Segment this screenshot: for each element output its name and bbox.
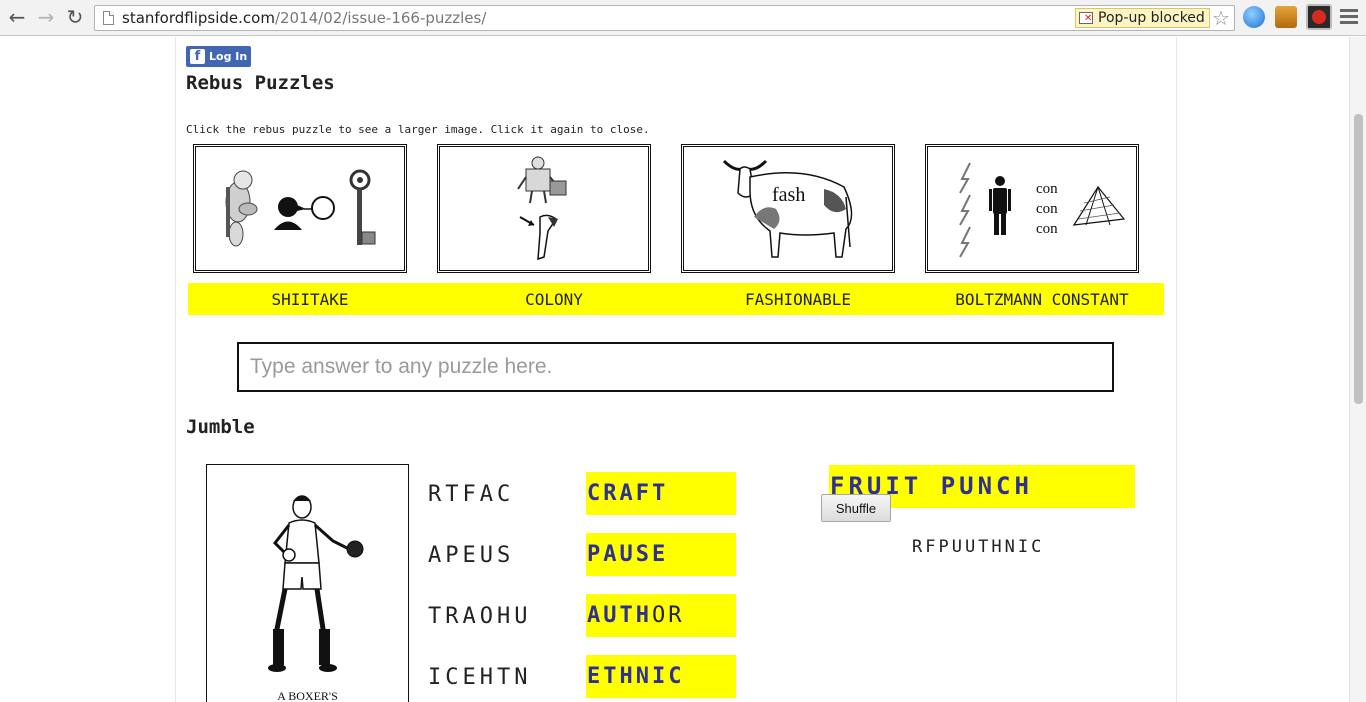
rebus-answer-1: SHIITAKE bbox=[271, 290, 349, 309]
facebook-icon: f bbox=[190, 49, 205, 64]
popup-blocked-label: Pop-up blocked bbox=[1098, 10, 1205, 26]
shuffle-button[interactable]: Shuffle bbox=[821, 494, 891, 522]
cartoon-caption: A BOXER'S bbox=[277, 689, 338, 702]
facebook-login-label: Log In bbox=[209, 50, 248, 63]
rebus-4-text-3: con bbox=[1036, 221, 1058, 237]
solution-solved-2: PAUSE bbox=[587, 542, 669, 567]
final-scrambled-letters: RFPUUTHNIC bbox=[912, 537, 1045, 557]
popup-blocked-icon bbox=[1079, 12, 1093, 24]
scrambled-word-4: ICEHTN bbox=[428, 665, 532, 690]
url-text[interactable]: stanfordflipside.com/2014/02/issue-166-p… bbox=[122, 9, 486, 27]
scrollbar-thumb[interactable] bbox=[1354, 114, 1363, 404]
solution-box-2[interactable]: PAUSE bbox=[586, 533, 736, 576]
solution-solved-3: AUTH bbox=[587, 603, 652, 628]
jumble-cartoon[interactable]: A BOXER'S bbox=[206, 464, 409, 702]
rebus-image-boltzmann-constant: con con con bbox=[959, 162, 1126, 258]
rebus-4-text-1: con bbox=[1036, 181, 1058, 197]
reload-icon[interactable]: ↻ bbox=[64, 5, 86, 29]
rebus-answer-input[interactable] bbox=[237, 342, 1114, 392]
popup-blocked-indicator[interactable]: Pop-up blocked bbox=[1075, 8, 1210, 28]
globe-extension-icon[interactable] bbox=[1243, 6, 1265, 28]
scrambled-word-3: TRAOHU bbox=[428, 604, 532, 629]
rebus-puzzle-1[interactable] bbox=[193, 144, 407, 273]
scrambled-word-2: APEUS bbox=[428, 543, 515, 568]
address-bar[interactable]: stanfordflipside.com/2014/02/issue-166-p… bbox=[94, 5, 1235, 31]
rebus-answer-2: COLONY bbox=[525, 290, 583, 309]
bookmark-star-icon[interactable]: ☆ bbox=[1212, 6, 1230, 30]
scrollbar[interactable] bbox=[1349, 37, 1366, 702]
rebus-image-shiitake bbox=[225, 169, 376, 247]
rebus-image-fashionable: fash bbox=[722, 159, 853, 258]
solution-solved-1: CRAFT bbox=[587, 481, 669, 506]
rebus-answer-3: FASHIONABLE bbox=[745, 290, 851, 309]
solution-box-1[interactable]: CRAFT bbox=[586, 472, 736, 515]
back-arrow-icon[interactable]: ← bbox=[6, 5, 28, 29]
solution-box-4[interactable]: ETHNIC bbox=[586, 655, 736, 698]
rebus-answers-bar: SHIITAKE COLONY FASHIONABLE BOLTZMANN CO… bbox=[188, 283, 1164, 315]
url-host: stanfordflipside.com bbox=[122, 9, 275, 27]
basket-extension-icon[interactable] bbox=[1275, 6, 1297, 28]
menu-icon[interactable] bbox=[1340, 9, 1358, 25]
url-path: /2014/02/issue-166-puzzles/ bbox=[274, 9, 487, 27]
rebus-answer-4: BOLTZMANN CONSTANT bbox=[955, 290, 1129, 309]
jumble-heading: Jumble bbox=[186, 416, 255, 438]
red-extension-icon[interactable] bbox=[1306, 4, 1332, 30]
solution-remaining-3: OR bbox=[651, 603, 685, 628]
rebus-instructions: Click the rebus puzzle to see a larger i… bbox=[186, 123, 650, 136]
rebus-puzzle-3[interactable]: fash bbox=[681, 144, 895, 273]
rebus-4-text-2: con bbox=[1036, 201, 1058, 217]
solution-solved-4: ETHNIC bbox=[587, 664, 685, 689]
forward-arrow-icon[interactable]: → bbox=[35, 5, 57, 29]
page-icon bbox=[103, 11, 114, 25]
rebus-puzzle-4[interactable]: con con con bbox=[925, 144, 1139, 273]
rebus-image-colony bbox=[517, 156, 567, 261]
boxer-illustration bbox=[268, 495, 364, 672]
rebus-puzzle-2[interactable] bbox=[437, 144, 651, 273]
browser-toolbar: ← → ↻ stanfordflipside.com/2014/02/issue… bbox=[0, 0, 1366, 36]
scrambled-word-1: RTFAC bbox=[428, 482, 515, 507]
solution-box-3[interactable]: AUTHOR bbox=[586, 594, 736, 637]
facebook-login-button[interactable]: f Log In bbox=[186, 46, 251, 67]
rebus-heading: Rebus Puzzles bbox=[186, 72, 335, 94]
rebus-3-text: fash bbox=[772, 184, 805, 206]
